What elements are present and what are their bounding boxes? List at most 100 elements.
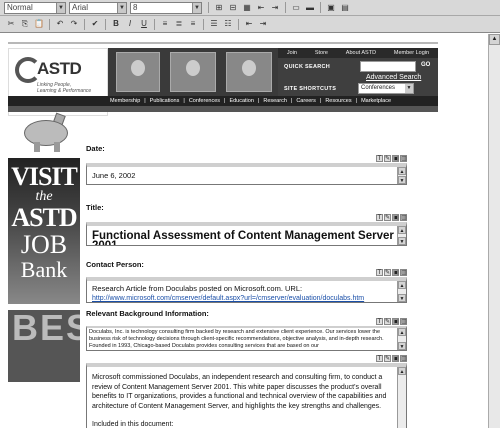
insert-hr-icon[interactable]: ▬ — [304, 2, 316, 14]
job-bank-banner[interactable]: VISIT the ASTD JOB Bank — [8, 158, 80, 304]
edit-icon[interactable]: ✎ — [384, 214, 391, 221]
summary-more: Included in this document: — [92, 421, 174, 428]
italic-icon[interactable]: I — [124, 18, 136, 30]
face-icon — [186, 60, 200, 76]
paste-icon[interactable]: 📋 — [33, 18, 45, 30]
insert-column-icon[interactable]: ▦ — [241, 2, 253, 14]
nav-conferences[interactable]: Conferences — [187, 96, 222, 106]
scroll-up-icon[interactable]: ▲ — [398, 328, 406, 336]
table-icon[interactable]: ▥ — [400, 355, 407, 362]
contact-url-link[interactable]: http://www.microsoft.com/cmserver/defaul… — [92, 295, 364, 302]
image-icon[interactable]: ▣ — [392, 318, 399, 325]
copy-icon[interactable]: ⎘ — [19, 18, 31, 30]
site-shortcuts-select[interactable]: Conferences ▼ — [358, 83, 414, 94]
date-field[interactable]: June 6, 2002 ▲ ▼ — [86, 163, 407, 185]
underline-icon[interactable]: U — [138, 18, 150, 30]
scroll-up-icon[interactable]: ▲ — [398, 281, 406, 289]
text-format-icon[interactable]: T — [376, 355, 383, 362]
contact-field[interactable]: Research Article from Doculabs posted on… — [86, 277, 407, 303]
image-icon[interactable]: ▣ — [392, 155, 399, 162]
insert-table-icon[interactable]: ⊞ — [213, 2, 225, 14]
link-store[interactable]: Store — [315, 48, 328, 58]
align-left-icon[interactable]: ≡ — [159, 18, 171, 30]
title-label: Title: — [86, 203, 104, 212]
date-scrollbar[interactable]: ▲ ▼ — [397, 167, 406, 184]
bullet-list-icon[interactable]: ☷ — [222, 18, 234, 30]
nav-research[interactable]: Research — [261, 96, 289, 106]
summary-field[interactable]: Microsoft commissioned Doculabs, an inde… — [86, 363, 407, 428]
cell-properties-icon[interactable]: ▤ — [339, 2, 351, 14]
align-right-icon[interactable]: ≡ — [187, 18, 199, 30]
chevron-down-icon[interactable]: ▼ — [192, 2, 201, 13]
table-icon[interactable]: ▥ — [400, 214, 407, 221]
top-divider — [8, 42, 438, 44]
font-size-select[interactable]: 8 ▼ — [130, 1, 202, 14]
insert-row-icon[interactable]: ⊟ — [227, 2, 239, 14]
table-properties-icon[interactable]: ▣ — [325, 2, 337, 14]
title-value: Functional Assessment of Content Managem… — [92, 230, 394, 246]
chevron-down-icon[interactable]: ▼ — [117, 2, 126, 13]
text-format-icon[interactable]: T — [376, 318, 383, 325]
image-icon[interactable]: ▣ — [392, 269, 399, 276]
insert-image-icon[interactable]: ▭ — [290, 2, 302, 14]
go-button[interactable]: GO — [421, 62, 430, 68]
scroll-down-icon[interactable]: ▼ — [398, 237, 406, 245]
spellcheck-icon[interactable]: ✔ — [89, 18, 101, 30]
nav-membership[interactable]: Membership — [108, 96, 142, 106]
style-select[interactable]: Normal ▼ — [4, 1, 66, 14]
table-icon[interactable]: ▥ — [400, 155, 407, 162]
nav-resources[interactable]: Resources — [323, 96, 353, 106]
main-nav: Membership | Publications | Conferences … — [8, 96, 438, 106]
outdent-icon[interactable]: ⇤ — [243, 18, 255, 30]
title-scrollbar[interactable]: ▲ ▼ — [397, 226, 406, 245]
table-icon[interactable]: ▥ — [400, 318, 407, 325]
advanced-search-link[interactable]: Advanced Search — [366, 74, 421, 81]
background-scrollbar[interactable]: ▲ ▼ — [397, 328, 406, 350]
scroll-down-icon[interactable]: ▼ — [398, 294, 406, 302]
nav-education[interactable]: Education — [227, 96, 255, 106]
chevron-down-icon[interactable]: ▼ — [56, 2, 65, 13]
nav-publications[interactable]: Publications — [148, 96, 182, 106]
edit-icon[interactable]: ✎ — [384, 355, 391, 362]
quick-search-input[interactable] — [360, 61, 416, 72]
text-format-icon[interactable]: T — [376, 269, 383, 276]
numbered-list-icon[interactable]: ☰ — [208, 18, 220, 30]
scroll-down-icon[interactable]: ▼ — [398, 176, 406, 184]
contact-scrollbar[interactable]: ▲ ▼ — [397, 281, 406, 302]
scroll-up-icon[interactable]: ▲ — [398, 167, 406, 175]
cut-icon[interactable]: ✂ — [5, 18, 17, 30]
edit-icon[interactable]: ✎ — [384, 155, 391, 162]
nav-careers[interactable]: Careers — [294, 96, 318, 106]
page-scrollbar[interactable]: ▲ — [488, 34, 500, 428]
scroll-up-icon[interactable]: ▲ — [398, 226, 406, 234]
chevron-down-icon[interactable]: ▼ — [405, 84, 413, 93]
align-center-icon[interactable]: ≣ — [173, 18, 185, 30]
background-field[interactable]: Doculabs, Inc. is technology consulting … — [86, 326, 407, 351]
redo-icon[interactable]: ↷ — [68, 18, 80, 30]
title-field[interactable]: Functional Assessment of Content Managem… — [86, 222, 407, 246]
link-join[interactable]: Join — [287, 48, 297, 58]
undo-icon[interactable]: ↶ — [54, 18, 66, 30]
toolbar-separator — [285, 2, 286, 13]
edit-icon[interactable]: ✎ — [384, 318, 391, 325]
summary-scrollbar[interactable]: ▲ — [397, 367, 406, 428]
indent-icon[interactable]: ⇥ — [257, 18, 269, 30]
text-format-icon[interactable]: T — [376, 214, 383, 221]
font-select[interactable]: Arial ▼ — [69, 1, 127, 14]
banner-job: JOB — [20, 230, 68, 259]
scroll-up-icon[interactable]: ▲ — [489, 34, 500, 45]
text-format-icon[interactable]: T — [376, 155, 383, 162]
split-cells-icon[interactable]: ⇥ — [269, 2, 281, 14]
scroll-up-icon[interactable]: ▲ — [398, 367, 406, 375]
edit-icon[interactable]: ✎ — [384, 269, 391, 276]
best-banner[interactable]: BEST — [8, 310, 80, 382]
link-member-login[interactable]: Member Login — [394, 48, 429, 58]
bold-icon[interactable]: B — [110, 18, 122, 30]
scroll-down-icon[interactable]: ▼ — [398, 342, 406, 350]
link-about[interactable]: About ASTD — [346, 48, 376, 58]
merge-cells-icon[interactable]: ⇤ — [255, 2, 267, 14]
image-icon[interactable]: ▣ — [392, 214, 399, 221]
nav-marketplace[interactable]: Marketplace — [359, 96, 393, 106]
image-icon[interactable]: ▣ — [392, 355, 399, 362]
table-icon[interactable]: ▥ — [400, 269, 407, 276]
